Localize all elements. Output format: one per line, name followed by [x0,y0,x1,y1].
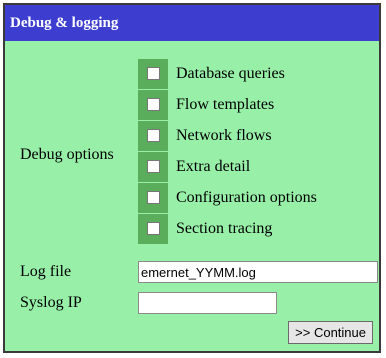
option-label: Database queries [176,64,285,82]
log-file-label: Log file [20,263,72,280]
option-label: Extra detail [176,157,251,175]
log-file-input[interactable] [138,261,378,283]
checkbox-cell [138,151,168,182]
option-section-tracing: Section tracing [138,213,317,244]
checkbox-cell [138,120,168,151]
option-configuration-options: Configuration options [138,182,317,213]
checkbox-cell [138,89,168,120]
option-network-flows: Network flows [138,120,317,151]
syslog-ip-input[interactable] [138,292,277,314]
database-queries-checkbox[interactable] [146,67,160,80]
option-label: Section tracing [176,219,273,237]
option-flow-templates: Flow templates [138,89,317,120]
flow-templates-checkbox[interactable] [146,98,160,111]
panel-header: Debug & logging [5,5,379,41]
option-label: Network flows [176,126,272,144]
extra-detail-checkbox[interactable] [146,160,160,173]
continue-button[interactable]: >> Continue [288,321,373,344]
section-tracing-checkbox[interactable] [146,222,160,235]
syslog-ip-label: Syslog IP [20,294,82,311]
option-label: Configuration options [176,188,317,206]
option-database-queries: Database queries [138,58,317,89]
debug-options-list: Database queries Flow templates Network … [138,58,317,244]
checkbox-cell [138,182,168,213]
option-extra-detail: Extra detail [138,151,317,182]
option-label: Flow templates [176,95,275,113]
debug-logging-panel: Debug & logging Debug options Database q… [3,3,381,353]
configuration-options-checkbox[interactable] [146,191,160,204]
debug-options-label: Debug options [20,146,114,163]
network-flows-checkbox[interactable] [146,129,160,142]
checkbox-cell [138,58,168,89]
checkbox-cell [138,213,168,244]
